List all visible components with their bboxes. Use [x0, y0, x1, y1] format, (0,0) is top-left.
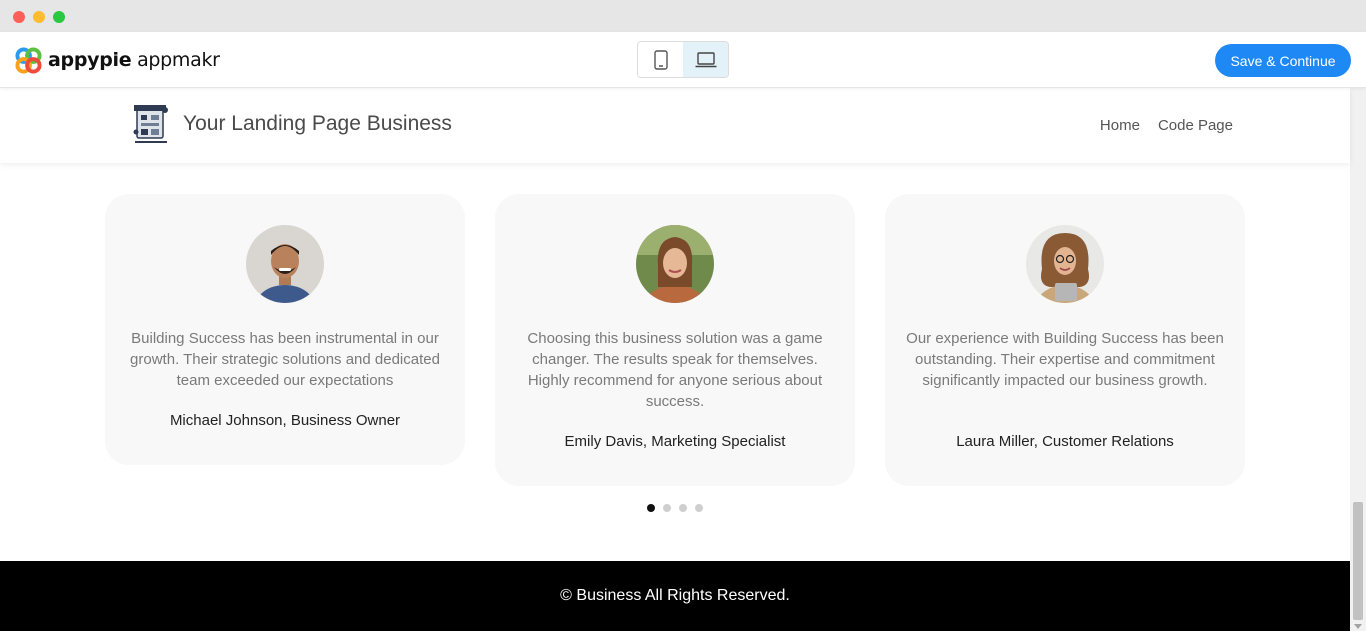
business-logo-icon — [133, 105, 168, 143]
mobile-preview-button[interactable] — [638, 42, 683, 77]
page-scrollbar[interactable] — [1350, 88, 1366, 631]
device-preview-toggle — [637, 41, 729, 78]
testimonial-card: Building Success has been instrumental i… — [105, 194, 465, 465]
desktop-icon — [695, 51, 716, 67]
testimonial-author: Laura Miller, Customer Relations — [956, 433, 1174, 450]
mobile-icon — [653, 49, 668, 70]
testimonials-section: Building Success has been instrumental i… — [0, 163, 1350, 561]
nav-link-code-page[interactable]: Code Page — [1158, 117, 1233, 134]
close-window-button[interactable] — [13, 11, 25, 23]
person-photo-icon — [246, 225, 324, 303]
desktop-preview-button[interactable] — [683, 42, 728, 77]
avatar — [1026, 225, 1104, 303]
carousel-dot[interactable] — [695, 504, 703, 512]
testimonial-quote: Building Success has been instrumental i… — [130, 330, 440, 389]
carousel-pagination — [647, 504, 703, 512]
site-header: Your Landing Page Business Home Code Pag… — [0, 88, 1350, 163]
carousel-dot[interactable] — [647, 504, 655, 512]
avatar — [636, 225, 714, 303]
footer-copyright: © Business All Rights Reserved. — [560, 587, 790, 604]
site-nav: Home Code Page — [1100, 117, 1233, 134]
carousel-dot[interactable] — [679, 504, 687, 512]
maximize-window-button[interactable] — [53, 11, 65, 23]
testimonial-card: Our experience with Building Success has… — [885, 194, 1245, 486]
scrollbar-thumb[interactable] — [1353, 502, 1363, 620]
carousel-dot[interactable] — [663, 504, 671, 512]
appmakr-logo: appypie appmakr — [15, 46, 220, 74]
scroll-down-arrow-icon[interactable] — [1354, 624, 1362, 629]
minimize-window-button[interactable] — [33, 11, 45, 23]
testimonial-card: Choosing this business solution was a ga… — [495, 194, 855, 486]
brand-name-bold: appypie — [48, 49, 132, 71]
person-photo-icon — [1026, 225, 1104, 303]
testimonial-quote: Our experience with Building Success has… — [906, 330, 1224, 389]
builder-toolbar: appypie appmakr Save & Continue — [0, 32, 1366, 88]
save-continue-button[interactable]: Save & Continue — [1215, 44, 1351, 77]
person-photo-icon — [636, 225, 714, 303]
nav-link-home[interactable]: Home — [1100, 117, 1140, 134]
appypie-logo-icon — [15, 46, 42, 74]
testimonial-author: Michael Johnson, Business Owner — [169, 412, 401, 429]
avatar — [246, 225, 324, 303]
brand-name-light: appmakr — [137, 49, 220, 71]
site-footer: © Business All Rights Reserved. — [0, 561, 1350, 631]
site-title: Your Landing Page Business — [183, 112, 452, 135]
testimonial-quote: Choosing this business solution was a ga… — [527, 330, 823, 410]
testimonial-author: Emily Davis, Marketing Specialist — [564, 433, 786, 450]
window-titlebar — [0, 0, 1366, 32]
